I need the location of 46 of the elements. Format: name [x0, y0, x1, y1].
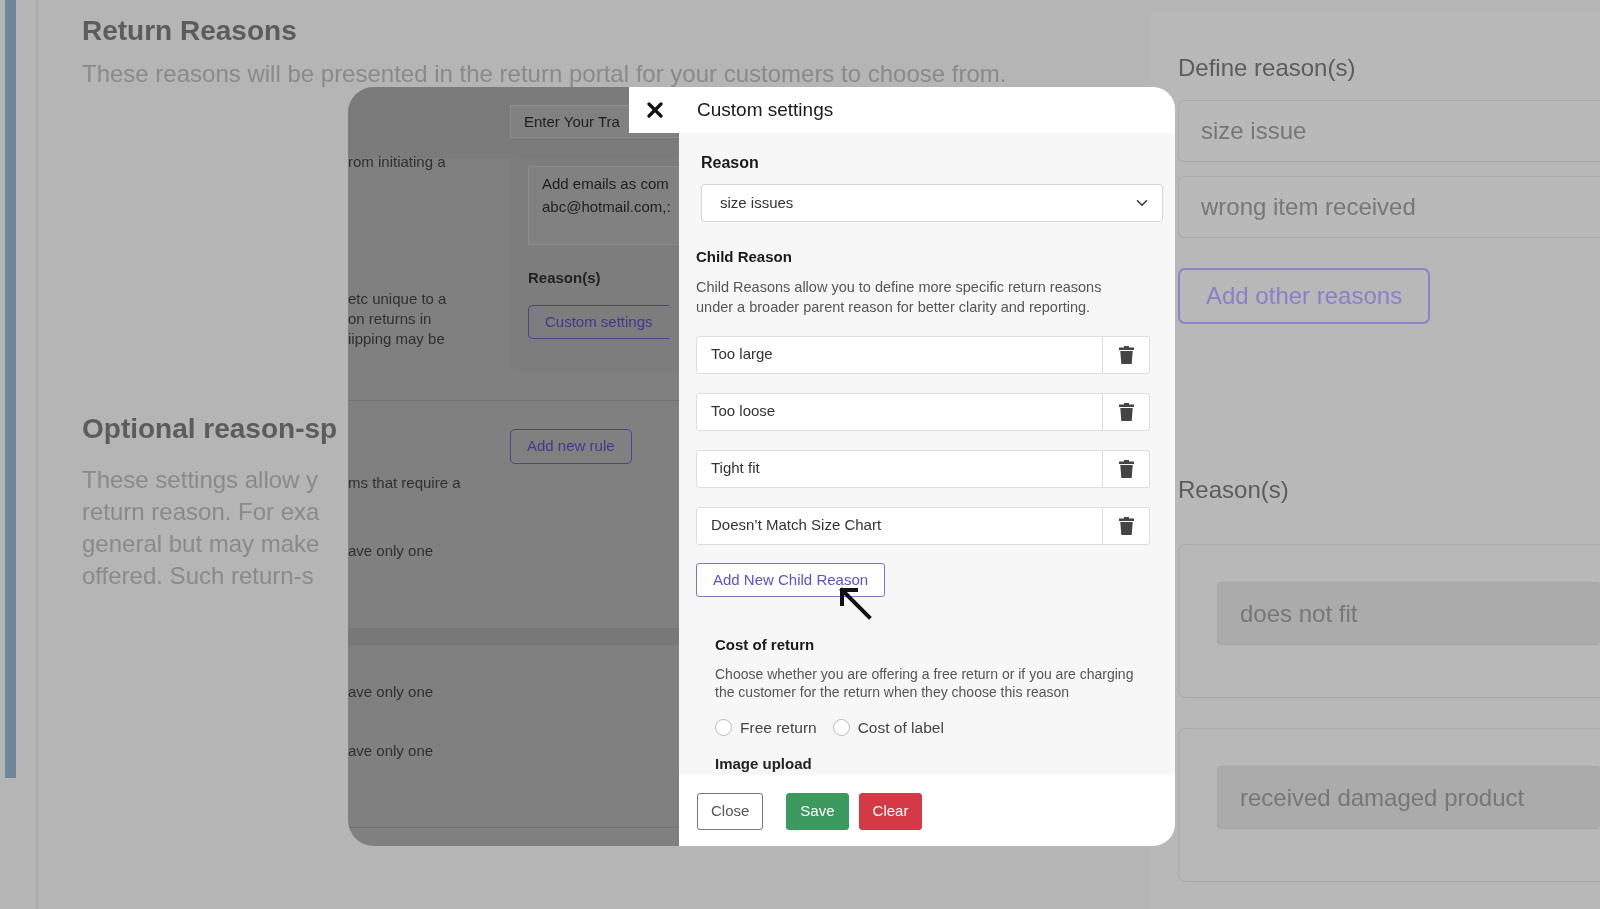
panel-title: Define reason(s)	[1178, 53, 1357, 83]
radio-label: Cost of label	[857, 717, 944, 738]
radio-button[interactable]	[715, 718, 732, 736]
section-description: Child Reasons allow you to define more specific return reasons under a broader parent reason for better clarity and reporting.	[696, 277, 1103, 317]
section-title: Return Reasons	[82, 14, 298, 48]
add-child-reason-button[interactable]: Add New Child Reason	[696, 562, 886, 597]
email-field[interactable]: Add emails as com abc@hotmail.com,:	[528, 166, 679, 245]
section-title: Child Reason	[696, 247, 793, 267]
text-fragment: rom initiating a	[348, 152, 447, 172]
text-fragment: ave only one	[348, 541, 435, 561]
child-reason-field[interactable]: Too loose	[696, 392, 1103, 431]
section-title: Image upload	[715, 753, 812, 774]
trash-icon	[1118, 345, 1134, 364]
text-fragment: ms that require a	[348, 473, 462, 493]
trash-icon	[1118, 459, 1134, 478]
child-reason-field[interactable]: Doesn’t Match Size Chart	[696, 506, 1103, 545]
delete-button[interactable]	[1103, 335, 1150, 374]
section-title: Optional reason-sp	[82, 412, 338, 446]
delete-button[interactable]	[1103, 449, 1150, 488]
panel-title: Reason(s)	[1178, 475, 1290, 505]
add-rule-button[interactable]: Add new rule	[510, 429, 632, 464]
radio-button[interactable]	[832, 718, 850, 736]
text-fragment: etc unique to a	[348, 289, 448, 309]
radio-label: Free return	[740, 717, 817, 738]
trash-icon	[1118, 402, 1134, 421]
text-fragment: on returns in	[348, 309, 433, 329]
modal-title: Custom settings	[697, 97, 834, 122]
field-label: Reason	[701, 153, 760, 173]
child-reason-field[interactable]: Too large	[696, 335, 1103, 374]
section-description: Choose whether you are offering a free return or if you are charging the customer for the return when they choose this reason	[715, 664, 1135, 701]
section-title: Cost of return	[715, 635, 816, 655]
close-icon[interactable]	[647, 102, 663, 118]
cursor-icon	[838, 586, 872, 620]
text-fragment: iipping may be	[348, 329, 446, 349]
trash-icon	[1118, 516, 1134, 535]
field-label: Reason(s)	[528, 268, 602, 288]
close-button[interactable]: Close	[697, 793, 764, 830]
custom-settings-button[interactable]: Custom settings	[528, 304, 669, 339]
child-reason-field[interactable]: Tight fit	[696, 449, 1103, 488]
reason-select[interactable]: size issues	[701, 184, 1163, 222]
delete-button[interactable]	[1103, 392, 1150, 431]
clear-button[interactable]: Clear	[858, 793, 923, 830]
text-fragment: ave only one	[348, 682, 435, 702]
delete-button[interactable]	[1103, 506, 1150, 545]
text-fragment: ave only one	[348, 741, 435, 761]
save-button[interactable]: Save	[786, 793, 849, 830]
